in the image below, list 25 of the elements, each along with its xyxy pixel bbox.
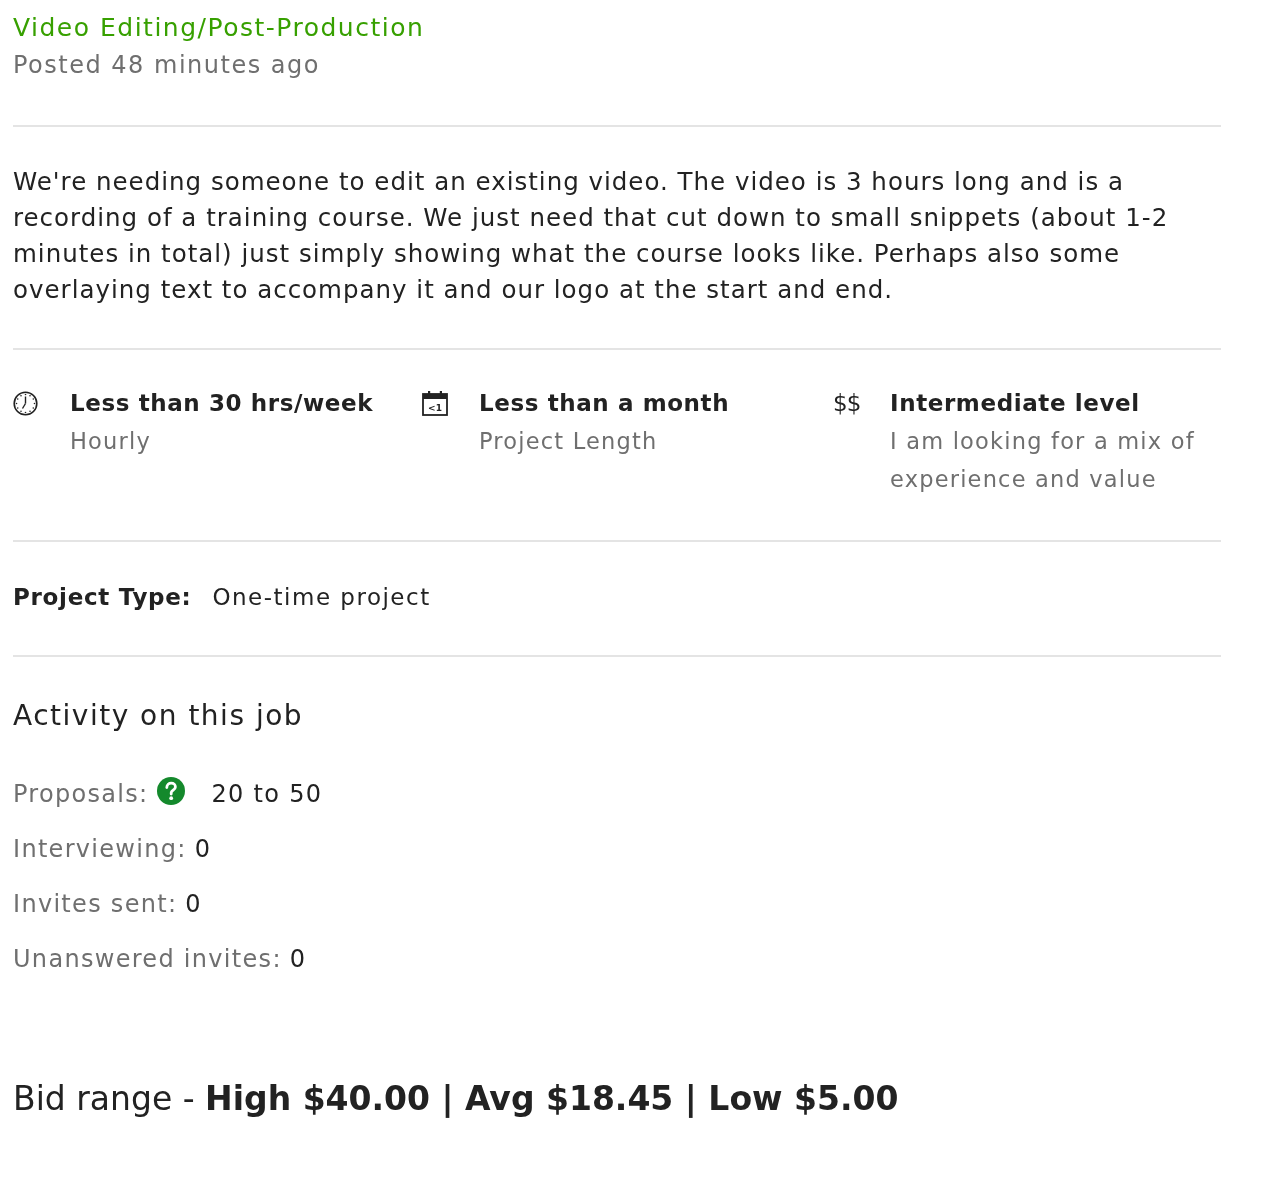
posted-time: Posted 48 minutes ago: [13, 50, 321, 81]
dollar-sign-icon: $$: [833, 384, 861, 422]
job-category-link[interactable]: Video Editing/Post-Production: [13, 10, 425, 46]
detail-subtitle: Hourly: [70, 427, 151, 456]
activity-value: 0: [185, 889, 202, 918]
help-icon[interactable]: [157, 776, 186, 805]
activity-value: 20 to 50: [211, 779, 323, 808]
job-description: We're needing someone to edit an existing video. The video is 3 hours long and is a recording of a training course. We just need that cut down to small snippets (about 1-2 minutes in total) just simply showing what the course looks like. Perhaps also some overlaying text to accompany it and our logo at the start and end.: [13, 166, 1170, 306]
activity-value: 0: [289, 944, 307, 973]
activity-label: Interviewing:: [13, 834, 187, 863]
activity-heading: Activity on this job: [13, 698, 304, 734]
calendar-icon: <1: [422, 390, 448, 416]
detail-title: Less than a month: [479, 389, 730, 418]
bid-range-text: Bid range - High $40.00 | Avg $18.45 | Low $5.00: [13, 1078, 899, 1120]
project-type-label: Project Type:: [13, 583, 192, 612]
activity-label: Invites sent:: [13, 889, 178, 918]
project-type-value: One-time project: [212, 583, 431, 612]
detail-title: Intermediate level: [890, 389, 1140, 418]
detail-subtitle: I am looking for a mix of experience and value: [890, 427, 1196, 494]
activity-label: Unanswered invites:: [13, 944, 282, 973]
activity-value: 0: [194, 834, 212, 863]
detail-subtitle: Project Length: [479, 427, 658, 456]
clock-icon: [13, 390, 38, 416]
activity-label: Proposals:: [13, 779, 149, 808]
detail-title: Less than 30 hrs/week: [70, 389, 374, 418]
